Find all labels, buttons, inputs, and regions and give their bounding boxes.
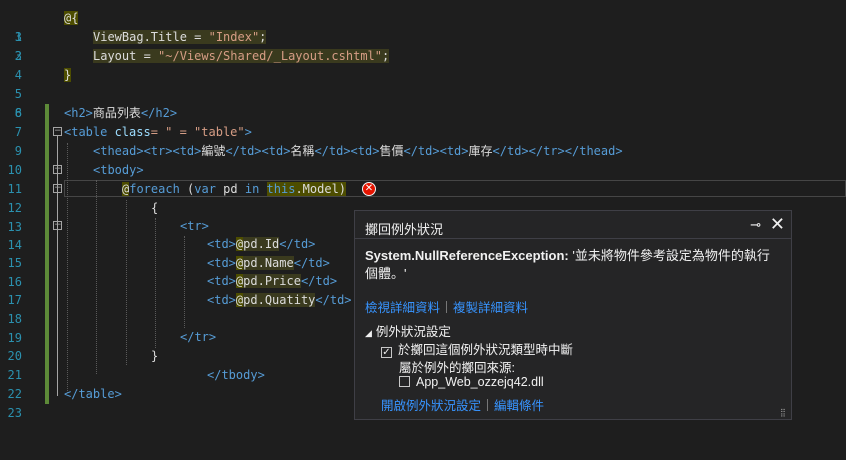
code-text: 商品列表 xyxy=(92,106,141,120)
code-text: Layout = xyxy=(93,49,159,63)
code-line[interactable]: 5 } xyxy=(0,66,846,101)
code-line[interactable]: 3 ViewBag.Title = "Index"; xyxy=(0,28,846,63)
except-from-label-row: 屬於例外的擲回來源: xyxy=(399,357,515,376)
code-text: pd.Price xyxy=(243,274,301,288)
break-on-throw-option[interactable]: ✓ 於擲回這個例外狀況類型時中斷 xyxy=(381,339,573,358)
code-text: { xyxy=(151,201,159,215)
code-text: ; xyxy=(382,49,390,63)
keyword: var xyxy=(194,182,216,196)
pin-icon[interactable]: ⊸ xyxy=(750,217,761,233)
html-tag: </td><td> xyxy=(225,144,291,158)
string-literal: "Index" xyxy=(208,30,260,44)
view-details-link[interactable]: 檢視詳細資料 xyxy=(365,301,440,315)
edit-conditions-link[interactable]: 編輯條件 xyxy=(494,399,544,413)
module-label: App_Web_ozzejq42.dll xyxy=(416,375,544,389)
html-tag: </td> xyxy=(315,293,352,307)
string-literal: = " = "table" xyxy=(150,125,245,139)
module-option[interactable]: App_Web_ozzejq42.dll xyxy=(399,375,544,389)
html-tag: <td> xyxy=(207,256,236,270)
code-text: ; xyxy=(259,30,267,44)
html-tag: </td> xyxy=(300,274,338,288)
code-text: 編號 xyxy=(201,144,226,158)
detail-links: 檢視詳細資料 複製詳細資料 xyxy=(365,297,528,316)
resize-grip-icon[interactable]: ⣿ xyxy=(780,408,788,417)
settings-links: 開啟例外狀況設定 編輯條件 xyxy=(381,395,544,414)
code-text: pd.Id xyxy=(243,237,280,251)
divider xyxy=(355,238,791,239)
code-line[interactable]: <h2>商品列表</h2> xyxy=(0,104,846,123)
code-text: pd xyxy=(215,182,245,196)
html-tag: </table> xyxy=(64,387,122,401)
break-checkbox[interactable]: ✓ xyxy=(381,347,392,358)
razor-block-open: @{ xyxy=(64,11,79,25)
keyword: in xyxy=(244,182,260,196)
code-text: ViewBag.Title = xyxy=(93,30,209,44)
exception-settings-section[interactable]: ◢ 例外狀況設定 xyxy=(365,321,451,340)
html-tag: <td> xyxy=(207,274,236,288)
code-text: pd.Name xyxy=(243,256,294,270)
html-attribute: class xyxy=(114,125,151,139)
section-label: 例外狀況設定 xyxy=(375,325,451,339)
html-tag: </td><td> xyxy=(314,144,380,158)
code-line[interactable]: 9 <table class= " = "table"> xyxy=(0,123,846,158)
html-tag: <h2> xyxy=(64,106,93,120)
html-tag: <table xyxy=(64,125,115,139)
html-tag: <thead><tr><td> xyxy=(93,144,202,158)
html-tag: <tr> xyxy=(180,219,209,233)
keyword: this xyxy=(266,182,296,196)
close-icon[interactable]: ✕ xyxy=(770,214,785,235)
copy-details-link[interactable]: 複製詳細資料 xyxy=(453,301,528,315)
link-separator xyxy=(487,399,489,411)
code-text: 庫存 xyxy=(468,144,493,158)
code-line[interactable]: 12 @foreach (var pd in this.Model) xyxy=(0,180,846,215)
exception-type: System.NullReferenceException: xyxy=(365,248,569,263)
html-tag: <tbody> xyxy=(93,163,144,177)
code-text: ( xyxy=(179,182,195,196)
error-icon[interactable]: ✕ xyxy=(362,182,376,196)
code-line[interactable]: 1 @{ xyxy=(0,9,846,44)
html-tag: <td> xyxy=(207,293,236,307)
html-tag: > xyxy=(244,125,252,139)
popup-title: 擲回例外狀況 xyxy=(365,222,444,237)
html-tag: </tbody> xyxy=(207,368,265,382)
code-text: .Model) xyxy=(295,182,347,196)
code-text: 名稱 xyxy=(290,144,315,158)
code-line[interactable]: 6 xyxy=(0,85,846,120)
exception-popup: 擲回例外狀況 ⊸ ✕ System.NullReferenceException… xyxy=(354,210,792,420)
razor-block-close: } xyxy=(64,68,72,82)
line-number: 23 xyxy=(7,405,22,420)
code-text: pd.Quatity xyxy=(243,293,316,307)
collapse-triangle-icon[interactable]: ◢ xyxy=(365,328,372,338)
html-tag: </td><td> xyxy=(403,144,469,158)
error-highlight: this.Model) xyxy=(266,182,347,196)
html-tag: </tr> xyxy=(180,330,217,344)
html-tag: <td> xyxy=(207,237,236,251)
keyword: foreach xyxy=(129,182,180,196)
html-tag: </h2> xyxy=(140,106,178,120)
exception-message: System.NullReferenceException: '並未將物件參考設… xyxy=(365,247,775,283)
code-text: } xyxy=(151,349,159,363)
html-tag: </td> xyxy=(293,256,330,270)
except-label: 屬於例外的擲回來源: xyxy=(399,361,515,375)
html-tag: </td> xyxy=(279,237,316,251)
code-line[interactable]: 4 Layout = "~/Views/Shared/_Layout.cshtm… xyxy=(0,47,846,82)
module-checkbox[interactable] xyxy=(399,376,410,387)
code-editor[interactable]: − − − − 1 @{ 2 3 3 ViewBag.Title = "Inde… xyxy=(0,0,846,448)
code-text: 售價 xyxy=(379,144,404,158)
link-separator xyxy=(446,301,448,313)
code-line[interactable]: 10 <thead><tr><td>編號</td><td>名稱</td><td>… xyxy=(0,142,846,177)
break-label: 於擲回這個例外狀況類型時中斷 xyxy=(398,343,574,357)
html-tag: </td></tr></thead> xyxy=(492,144,623,158)
code-line[interactable]: 11 <tbody> xyxy=(0,161,846,196)
string-literal: "~/Views/Shared/_Layout.cshtml" xyxy=(158,49,382,63)
open-exception-settings-link[interactable]: 開啟例外狀況設定 xyxy=(381,399,481,413)
